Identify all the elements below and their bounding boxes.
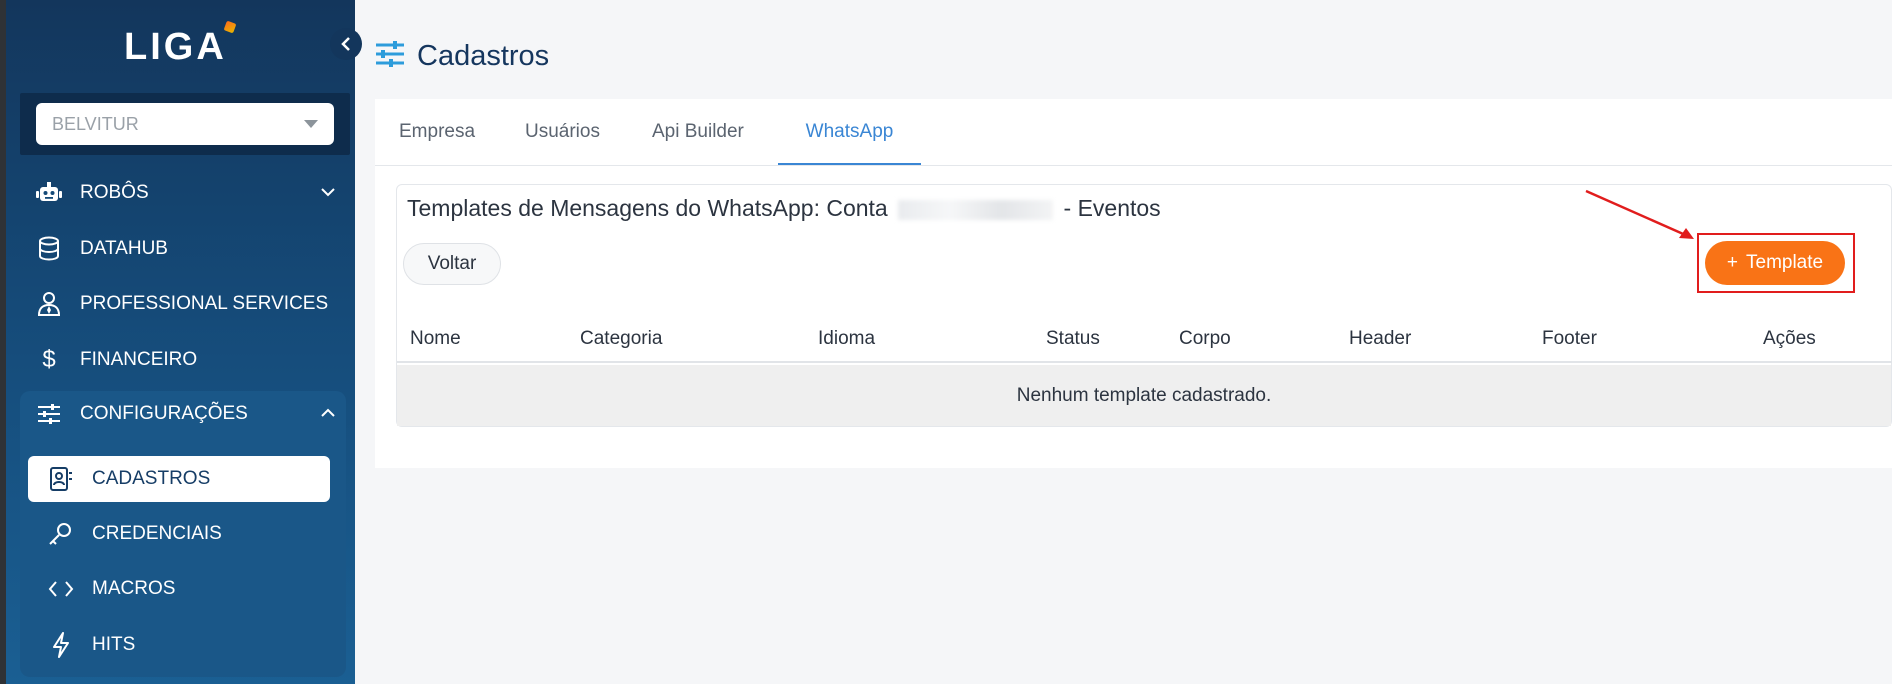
column-header-nome: Nome (410, 328, 461, 349)
sidebar-subitem-macros[interactable]: MACROS (28, 566, 330, 612)
sidebar-subitem-label: HITS (92, 634, 136, 655)
chevron-down-icon (320, 182, 336, 203)
add-template-button[interactable]: + Template (1705, 241, 1845, 285)
sidebar-item-label: FINANCEIRO (80, 349, 198, 370)
column-header-footer: Footer (1542, 328, 1597, 349)
back-button[interactable]: Voltar (403, 243, 501, 285)
sidebar-item-label: PROFESSIONAL SERVICES (80, 293, 329, 314)
code-icon (48, 576, 74, 602)
main-card: Empresa Usuários Api Builder WhatsApp Te… (375, 99, 1892, 468)
sidebar-subitem-hits[interactable]: HITS (28, 622, 330, 668)
bolt-icon (48, 632, 74, 658)
sidebar-subitem-cadastros[interactable]: CADASTROS (28, 456, 330, 502)
plus-icon: + (1726, 252, 1738, 273)
column-header-idioma: Idioma (818, 328, 876, 349)
tab-bar: Empresa Usuários Api Builder WhatsApp (375, 99, 1892, 166)
contact-book-icon (48, 466, 74, 492)
robot-icon (36, 180, 62, 206)
sliders-icon (375, 40, 405, 73)
database-icon (36, 236, 62, 262)
collapse-sidebar-button[interactable] (330, 28, 362, 60)
templates-panel: Templates de Mensagens do WhatsApp: Cont… (396, 184, 1892, 427)
table-header: Nome Categoria Idioma Status Corpo Heade… (397, 313, 1892, 363)
page-title: Cadastros (417, 40, 550, 72)
company-selector-container: BELVITUR (20, 93, 350, 155)
chevron-up-icon (320, 403, 336, 424)
sidebar-item-label: DATAHUB (80, 238, 168, 259)
sidebar-item-label: CONFIGURAÇÕES (80, 403, 248, 424)
sidebar-subitem-credenciais[interactable]: CREDENCIAIS (28, 511, 330, 557)
chevron-down-icon (304, 120, 318, 128)
tab-api-builder[interactable]: Api Builder (652, 121, 744, 165)
sidebar-subitem-label: CADASTROS (92, 468, 211, 489)
tab-usuarios[interactable]: Usuários (525, 121, 600, 165)
config-submenu-panel: CONFIGURAÇÕES CADASTROS CREDENCIAIS MACR… (20, 391, 346, 677)
tab-empresa[interactable]: Empresa (399, 121, 475, 165)
sidebar-item-datahub[interactable]: DATAHUB (36, 229, 336, 269)
column-header-corpo: Corpo (1179, 328, 1231, 349)
sliders-icon (36, 401, 62, 427)
section-title: Templates de Mensagens do WhatsApp: Cont… (407, 195, 1161, 222)
sidebar-item-financeiro[interactable]: $ FINANCEIRO (36, 340, 336, 380)
table-empty-row: Nenhum template cadastrado. (397, 365, 1891, 426)
sidebar-subitem-label: CREDENCIAIS (92, 523, 222, 544)
column-header-status: Status (1046, 328, 1100, 349)
user-tie-icon (36, 291, 62, 317)
page-header: Cadastros (375, 40, 549, 73)
section-title-suffix: - Eventos (1063, 195, 1161, 221)
tab-whatsapp[interactable]: WhatsApp (778, 121, 921, 165)
column-header-header: Header (1349, 328, 1412, 349)
sidebar-item-label: ROBÔS (80, 182, 149, 203)
annotation-arrow (1585, 189, 1694, 239)
section-title-prefix: Templates de Mensagens do WhatsApp: Cont… (407, 195, 888, 221)
sidebar-item-configuracoes[interactable]: CONFIGURAÇÕES (36, 394, 336, 434)
redacted-account-number (898, 199, 1054, 220)
column-header-acoes: Ações (1763, 328, 1816, 349)
sidebar-subitem-label: MACROS (92, 578, 176, 599)
chevron-left-icon (341, 37, 350, 51)
app-logo[interactable]: LIGA (124, 20, 237, 69)
add-template-label: Template (1746, 252, 1824, 273)
sidebar: LIGA BELVITUR ROBÔS DATAHUB PROFESSIONAL… (6, 0, 355, 684)
dollar-icon: $ (42, 346, 56, 373)
company-select[interactable]: BELVITUR (36, 103, 334, 145)
column-header-categoria: Categoria (580, 328, 663, 349)
company-select-value: BELVITUR (52, 113, 139, 134)
key-icon (48, 521, 74, 547)
sidebar-item-professional-services[interactable]: PROFESSIONAL SERVICES (36, 284, 336, 324)
sidebar-item-robos[interactable]: ROBÔS (36, 173, 336, 213)
